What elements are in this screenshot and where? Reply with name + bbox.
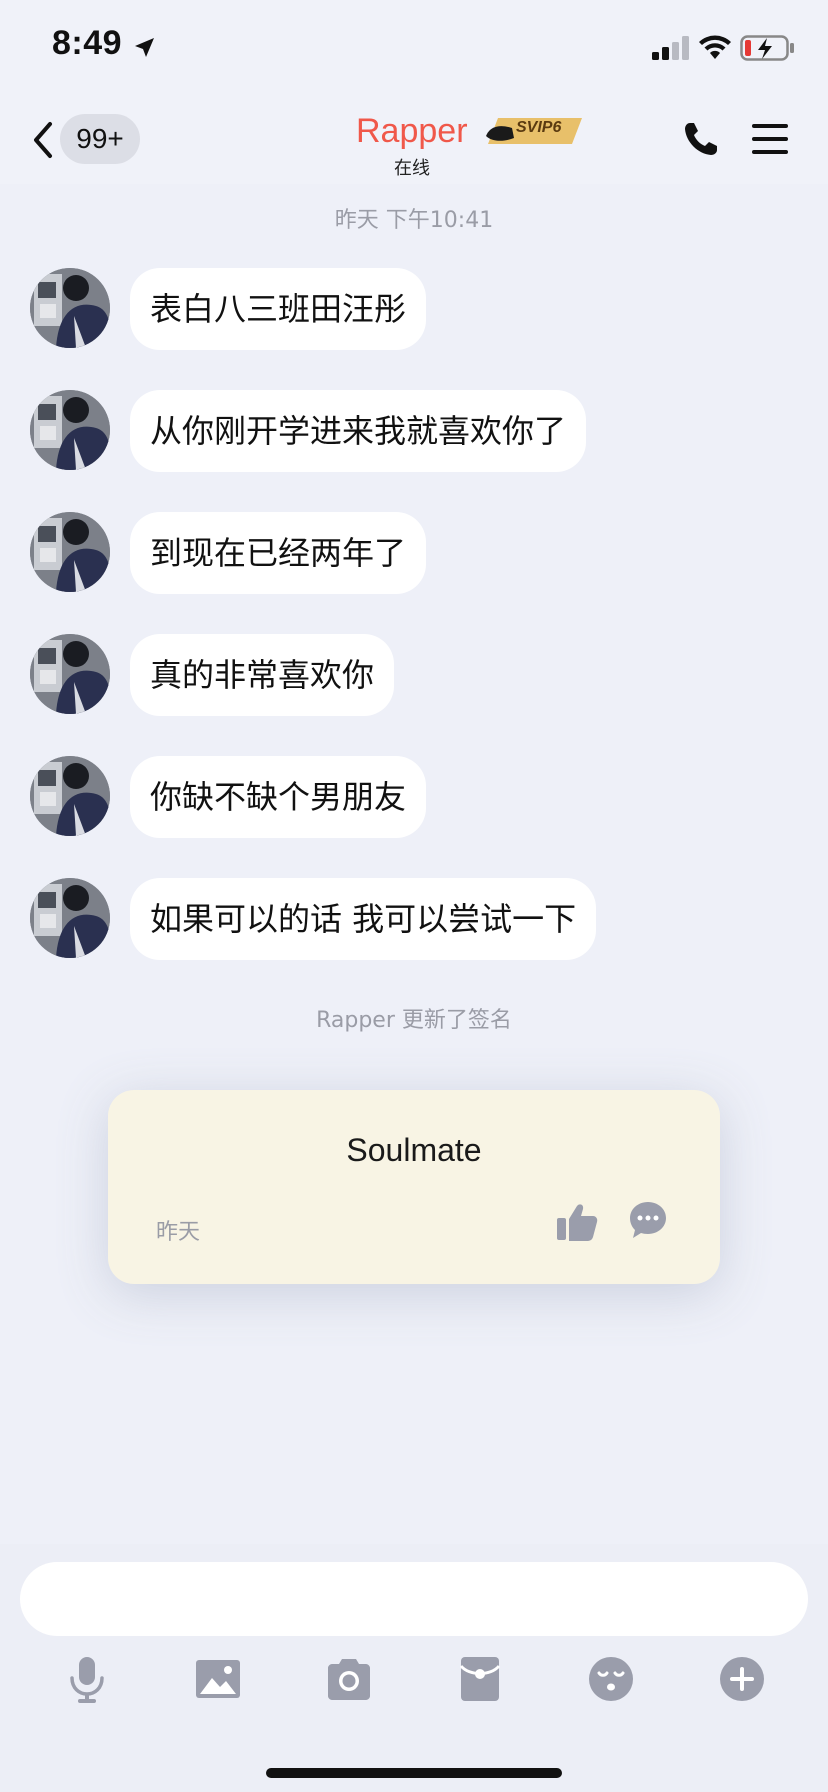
wifi-icon: [699, 35, 731, 59]
avatar[interactable]: [30, 512, 110, 592]
status-bar: 8:49: [0, 0, 828, 100]
contact-name: Rapper: [356, 112, 468, 150]
signature-text: Soulmate: [346, 1132, 482, 1168]
thumbs-up-icon[interactable]: [556, 1202, 598, 1242]
message-bubble[interactable]: 从你刚开学进来我就喜欢你了: [130, 390, 587, 472]
avatar-photo: [30, 634, 110, 714]
avatar[interactable]: [30, 878, 110, 958]
message-bubble[interactable]: 你缺不缺个男朋友: [130, 756, 427, 838]
avatar-photo: [30, 878, 110, 958]
menu-icon[interactable]: [752, 122, 788, 156]
online-status: 在线: [394, 158, 430, 179]
unread-count-badge[interactable]: 99+: [60, 114, 140, 164]
image-icon[interactable]: [193, 1654, 243, 1704]
chat-header: 99+ Rapper SVIP6 在线: [0, 100, 828, 184]
avatar[interactable]: [30, 390, 110, 470]
microphone-icon[interactable]: [62, 1654, 112, 1704]
avatar[interactable]: [30, 756, 110, 836]
home-indicator: [266, 1768, 562, 1778]
contact-title[interactable]: Rapper SVIP6 在线: [300, 106, 600, 179]
signature-date: 昨天: [156, 1220, 201, 1245]
cellular-signal-icon: [652, 36, 689, 60]
avatar-photo: [30, 390, 110, 470]
avatar[interactable]: [30, 268, 110, 348]
message-timestamp: 昨天 下午10:41: [334, 208, 494, 233]
signature-card[interactable]: Soulmate 昨天: [108, 1090, 720, 1284]
back-chevron-icon[interactable]: [28, 118, 56, 162]
red-packet-icon[interactable]: [455, 1654, 505, 1704]
battery-charging-icon: [740, 35, 794, 61]
camera-icon[interactable]: [324, 1654, 374, 1704]
message-bubble[interactable]: 表白八三班田汪彤: [130, 268, 427, 350]
location-arrow-icon: [135, 38, 154, 57]
avatar-photo: [30, 512, 110, 592]
emoji-icon[interactable]: [586, 1654, 636, 1704]
input-bar: [0, 1544, 828, 1792]
svip-label: SVIP6: [516, 119, 562, 136]
message-bubble[interactable]: 如果可以的话 我可以尝试一下: [130, 878, 597, 960]
avatar-photo: [30, 268, 110, 348]
chat-message-list[interactable]: 昨天 下午10:41 表白八三班田汪彤 从你刚开学进来我就喜欢你了 到现在已经两…: [0, 184, 828, 1544]
message-bubble[interactable]: 到现在已经两年了: [130, 512, 427, 594]
comment-icon[interactable]: [628, 1200, 668, 1240]
plus-icon[interactable]: [717, 1654, 767, 1704]
status-time: 8:49: [52, 24, 123, 62]
message-input[interactable]: [20, 1562, 808, 1636]
phone-icon[interactable]: [682, 120, 720, 158]
avatar-photo: [30, 756, 110, 836]
message-bubble[interactable]: 真的非常喜欢你: [130, 634, 395, 716]
signature-update-notice: Rapper 更新了签名: [316, 1008, 512, 1033]
avatar[interactable]: [30, 634, 110, 714]
